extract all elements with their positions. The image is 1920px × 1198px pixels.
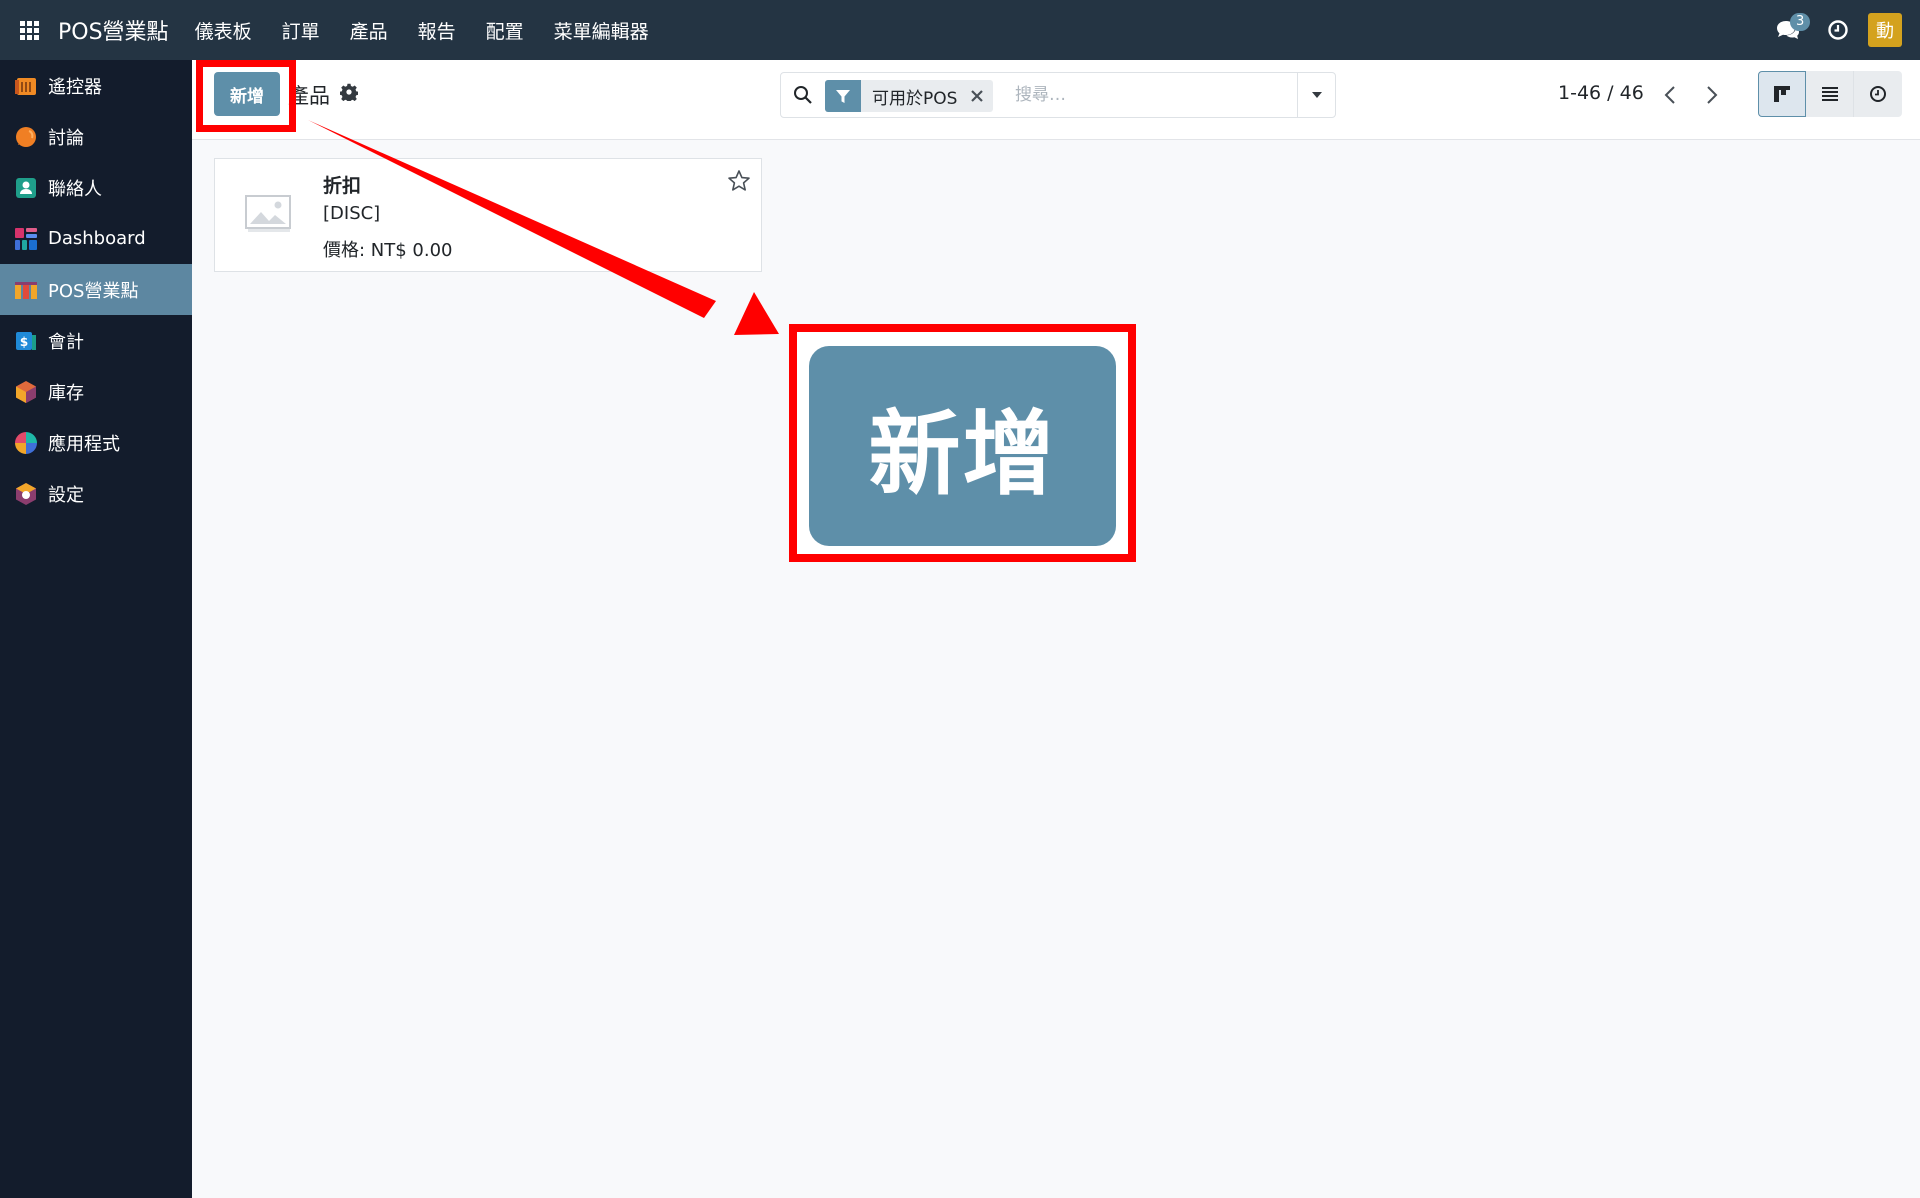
sidebar-item-label: 會計 <box>48 331 84 353</box>
svg-text:$: $ <box>20 335 28 349</box>
sidebar-item-dashboard[interactable]: Dashboard <box>0 213 192 264</box>
settings-icon <box>16 482 36 505</box>
pos-icon <box>15 281 37 299</box>
image-placeholder-icon <box>245 195 291 232</box>
sidebar-item-inventory[interactable]: 庫存 <box>0 366 192 417</box>
filter-icon <box>836 90 850 103</box>
sidebar-item-label: 設定 <box>48 484 84 506</box>
search-facet: 可用於POS <box>825 80 994 112</box>
sidebar-item-settings[interactable]: 設定 <box>0 468 192 519</box>
clock-icon <box>1870 86 1886 102</box>
clock-icon <box>1828 20 1848 40</box>
new-button[interactable]: 新增 <box>214 72 280 116</box>
kanban-icon <box>1774 86 1790 102</box>
inventory-icon <box>16 380 36 403</box>
sidebar-item-remote[interactable]: 遙控器 <box>0 60 192 111</box>
sidebar-item-pos[interactable]: POS營業點 <box>0 264 192 315</box>
facet-remove-button[interactable] <box>965 80 989 112</box>
list-view-button[interactable] <box>1806 71 1854 117</box>
menu-orders[interactable]: 訂單 <box>282 17 320 44</box>
discuss-icon <box>16 126 36 147</box>
messaging-button[interactable]: 3 <box>1760 0 1816 60</box>
zoomed-new-button: 新增 <box>809 346 1116 546</box>
menu-dashboard[interactable]: 儀表板 <box>195 17 252 44</box>
facet-label: 可用於POS <box>872 88 958 109</box>
user-avatar[interactable]: 動 <box>1868 13 1902 47</box>
sidebar-item-label: 討論 <box>48 127 84 149</box>
close-icon <box>971 90 984 102</box>
sidebar-item-accounting[interactable]: $ 會計 <box>0 315 192 366</box>
caret-down-icon <box>1311 92 1322 98</box>
chat-count-badge: 3 <box>1790 13 1811 31</box>
search-icon <box>794 86 812 104</box>
chevron-left-icon <box>1664 86 1675 104</box>
chevron-right-icon <box>1707 86 1718 104</box>
menu-menu-editor[interactable]: 菜單編輯器 <box>554 17 649 44</box>
contacts-icon <box>16 177 36 198</box>
search-options-toggle[interactable] <box>1297 73 1335 117</box>
app-menu-icon[interactable] <box>0 0 58 60</box>
sidebar-item-label: POS營業點 <box>48 280 139 302</box>
apps-icon <box>15 431 37 454</box>
accounting-icon: $ <box>16 331 36 350</box>
sidebar-item-label: 應用程式 <box>48 433 120 455</box>
remote-icon <box>15 77 36 95</box>
gear-icon[interactable] <box>340 83 358 101</box>
search-input[interactable] <box>1015 79 1285 111</box>
product-card[interactable]: 折扣 [DISC] 價格: NT$ 0.00 <box>214 158 762 272</box>
view-switcher <box>1758 71 1902 117</box>
list-icon <box>1821 87 1838 101</box>
menu-reports[interactable]: 報告 <box>418 17 456 44</box>
product-code: [DISC] <box>323 203 381 224</box>
product-name: 折扣 <box>323 175 362 197</box>
sidebar-item-label: 聯絡人 <box>48 178 102 200</box>
sidebar-item-label: 庫存 <box>48 382 84 404</box>
breadcrumb: 產品 <box>288 84 330 108</box>
activity-button[interactable] <box>1816 0 1860 60</box>
search-bar: 可用於POS <box>780 72 1336 118</box>
menu-configuration[interactable]: 配置 <box>486 17 524 44</box>
app-brand[interactable]: POS營業點 <box>58 14 169 46</box>
star-icon[interactable] <box>727 169 751 193</box>
dashboard-icon <box>15 227 37 250</box>
sidebar: 遙控器 討論 聯絡人 Dashboard POS營業點 $ 會計 庫存 應用程式… <box>0 60 192 1198</box>
control-panel: 新增 產品 可用於POS 搜尋… 1-46 / 46 <box>192 60 1920 140</box>
pager-previous-button[interactable] <box>1655 78 1685 112</box>
pager-value[interactable]: 1-46 / 46 <box>1558 82 1644 104</box>
sidebar-item-label: 遙控器 <box>48 76 102 98</box>
sidebar-item-apps[interactable]: 應用程式 <box>0 417 192 468</box>
top-navbar: POS營業點 儀表板 訂單 產品 報告 配置 菜單編輯器 3 動 <box>0 0 1920 60</box>
sidebar-item-contacts[interactable]: 聯絡人 <box>0 162 192 213</box>
activity-view-button[interactable] <box>1854 71 1902 117</box>
sidebar-item-discuss[interactable]: 討論 <box>0 111 192 162</box>
sidebar-item-label: Dashboard <box>48 228 146 249</box>
menu-products[interactable]: 產品 <box>350 17 388 44</box>
kanban-view-button[interactable] <box>1758 71 1806 117</box>
pager-next-button[interactable] <box>1697 78 1727 112</box>
zoomed-callout: 新增 <box>789 324 1136 562</box>
product-price: 價格: NT$ 0.00 <box>323 240 453 261</box>
